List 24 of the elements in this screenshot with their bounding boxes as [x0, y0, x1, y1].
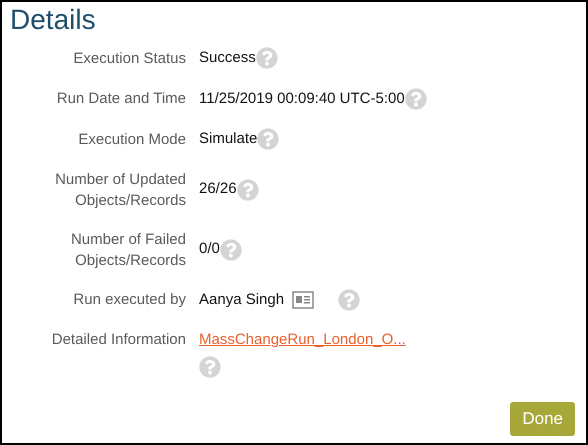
field-value: Success: [199, 48, 256, 68]
field-value: Simulate: [199, 129, 258, 149]
help-icon[interactable]: [220, 238, 242, 260]
field-label: Run executed by: [72, 290, 186, 310]
help-icon[interactable]: [404, 88, 427, 110]
detail-link[interactable]: MassChangeRun_London_O...: [199, 329, 406, 352]
field-label: Number of Updated Objects/Records: [54, 170, 186, 210]
field-value: 11/25/2019 00:09:40 UTC-5:00: [199, 88, 405, 108]
contact-card-icon[interactable]: [292, 290, 314, 309]
field-label: Detailed Information: [50, 330, 186, 350]
help-icon[interactable]: [257, 128, 280, 150]
help-icon[interactable]: [338, 288, 360, 311]
field-value: 0/0: [199, 239, 220, 260]
help-icon[interactable]: [199, 356, 221, 378]
help-icon[interactable]: [256, 47, 278, 70]
field-value: Aanya Singh: [199, 290, 284, 310]
field-label: Run Date and Time: [56, 89, 186, 110]
field-label: Execution Status: [72, 48, 186, 69]
help-icon[interactable]: [236, 178, 259, 200]
dialog-title: Details: [9, 3, 97, 37]
field-value: 26/26: [199, 179, 237, 200]
done-button[interactable]: Done: [510, 402, 575, 436]
field-label: Number of Failed Objects/Records: [70, 230, 186, 270]
field-label: Execution Mode: [77, 130, 186, 150]
